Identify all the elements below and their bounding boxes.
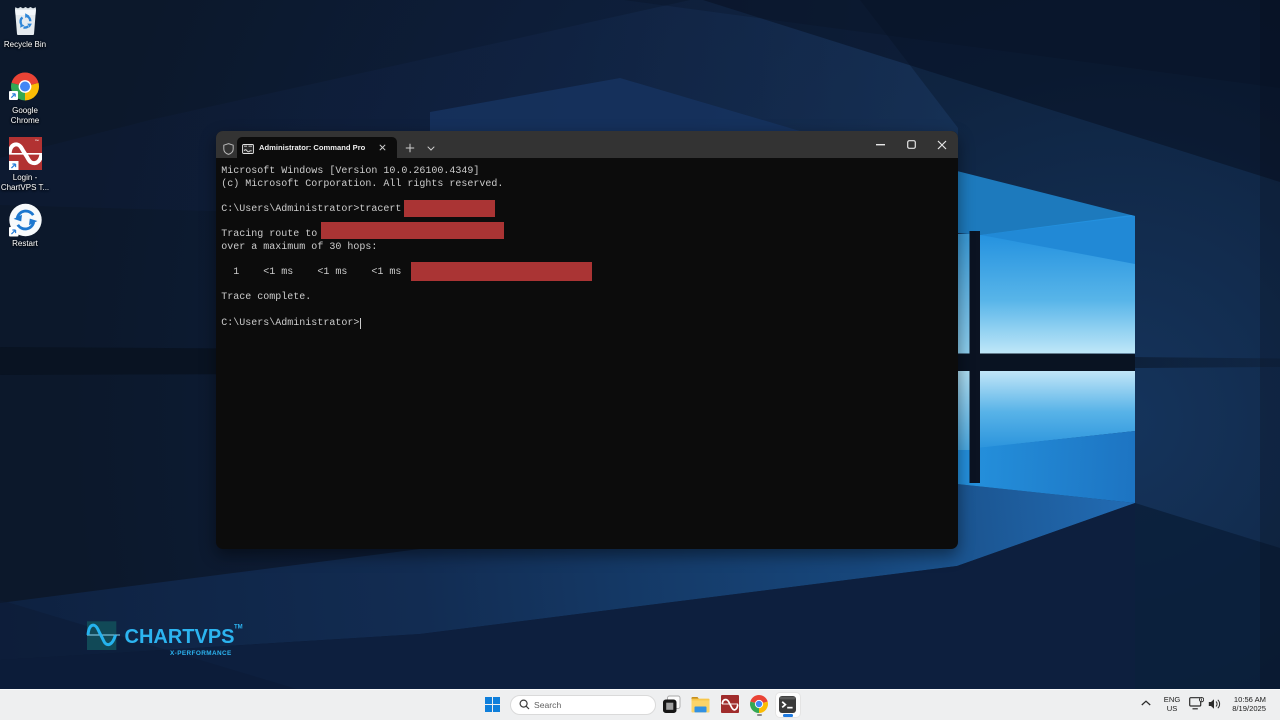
svg-text:CHARTVPS: CHARTVPS bbox=[125, 626, 235, 648]
svg-text:™: ™ bbox=[35, 139, 39, 144]
svg-text:TM: TM bbox=[234, 625, 243, 631]
svg-text:X-PERFORMANCE: X-PERFORMANCE bbox=[170, 650, 232, 657]
